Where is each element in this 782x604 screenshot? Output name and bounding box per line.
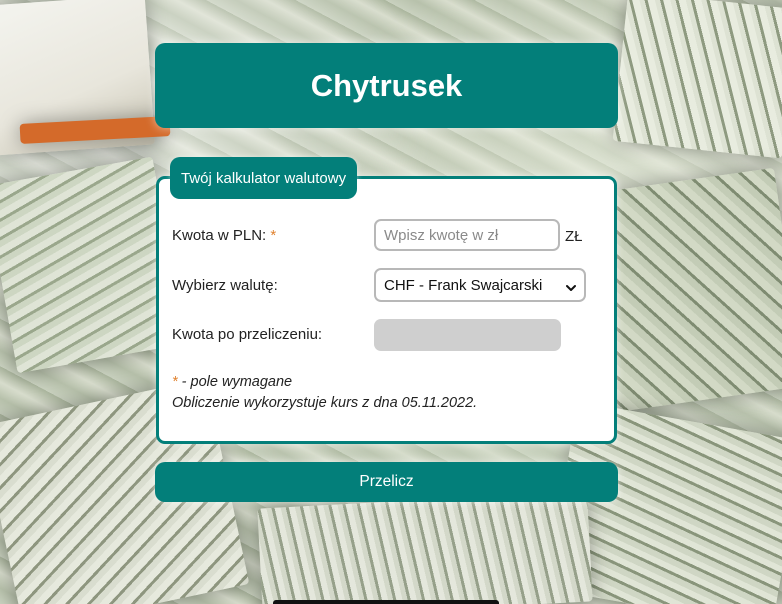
convert-button-label: Przelicz [359,473,414,490]
required-note-text: - pole wymagane [177,374,293,390]
result-field [374,319,561,351]
currency-select[interactable]: CHF - Frank Swajcarski [374,268,586,302]
bottom-edge-bar [273,600,499,604]
convert-button[interactable]: Przelicz [155,462,618,502]
currency-selected-value: CHF - Frank Swajcarski [384,276,543,294]
calculator-legend-text: Twój kalkulator walutowy [181,169,347,187]
app-header: Chytrusek [155,43,618,128]
required-asterisk: * [270,227,277,244]
amount-input[interactable] [374,219,560,251]
calculator-legend: Twój kalkulator walutowy [170,157,358,199]
rate-info-note: Obliczenie wykorzystuje kurs z dna 05.11… [172,395,478,411]
required-note: * - pole wymagane [172,374,292,390]
amount-label-row: Kwota w PLN: * [172,227,276,244]
amount-unit: ZŁ [565,228,583,245]
currency-label: Wybierz walutę: [172,277,278,294]
result-label: Kwota po przeliczeniu: [172,326,323,343]
background-banknote [612,0,782,159]
background-banknote [257,491,593,604]
app-title: Chytrusek [310,67,463,103]
amount-label: Kwota w PLN: [172,227,267,244]
chevron-down-icon [566,280,576,291]
